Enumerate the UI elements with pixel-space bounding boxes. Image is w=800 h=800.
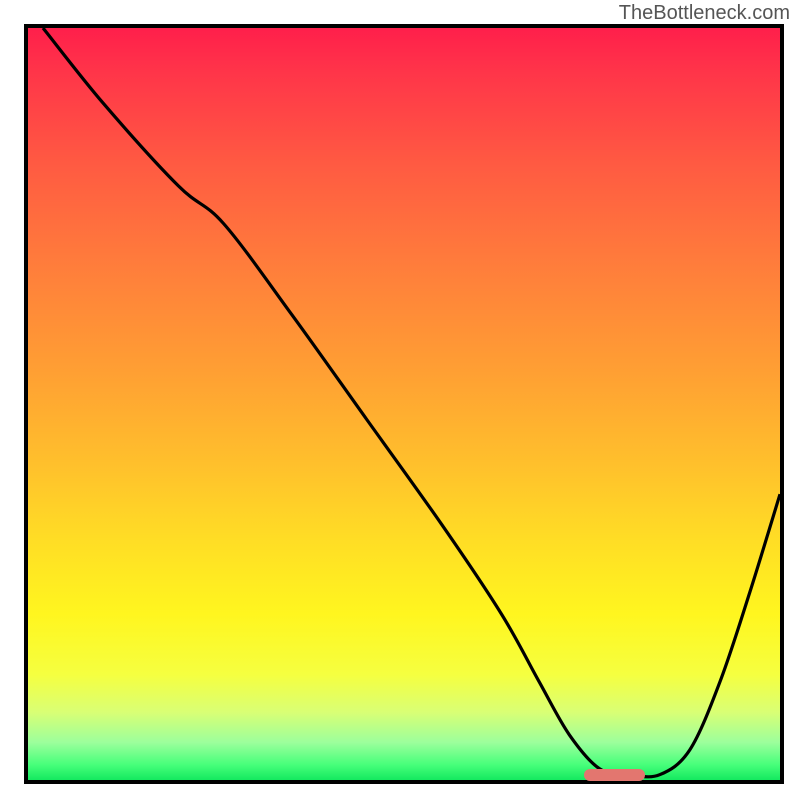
chart-curve <box>28 28 780 780</box>
optimal-range-marker <box>584 769 644 781</box>
curve-path <box>43 28 780 777</box>
chart-frame <box>24 24 784 784</box>
branding-text: TheBottleneck.com <box>619 2 790 25</box>
